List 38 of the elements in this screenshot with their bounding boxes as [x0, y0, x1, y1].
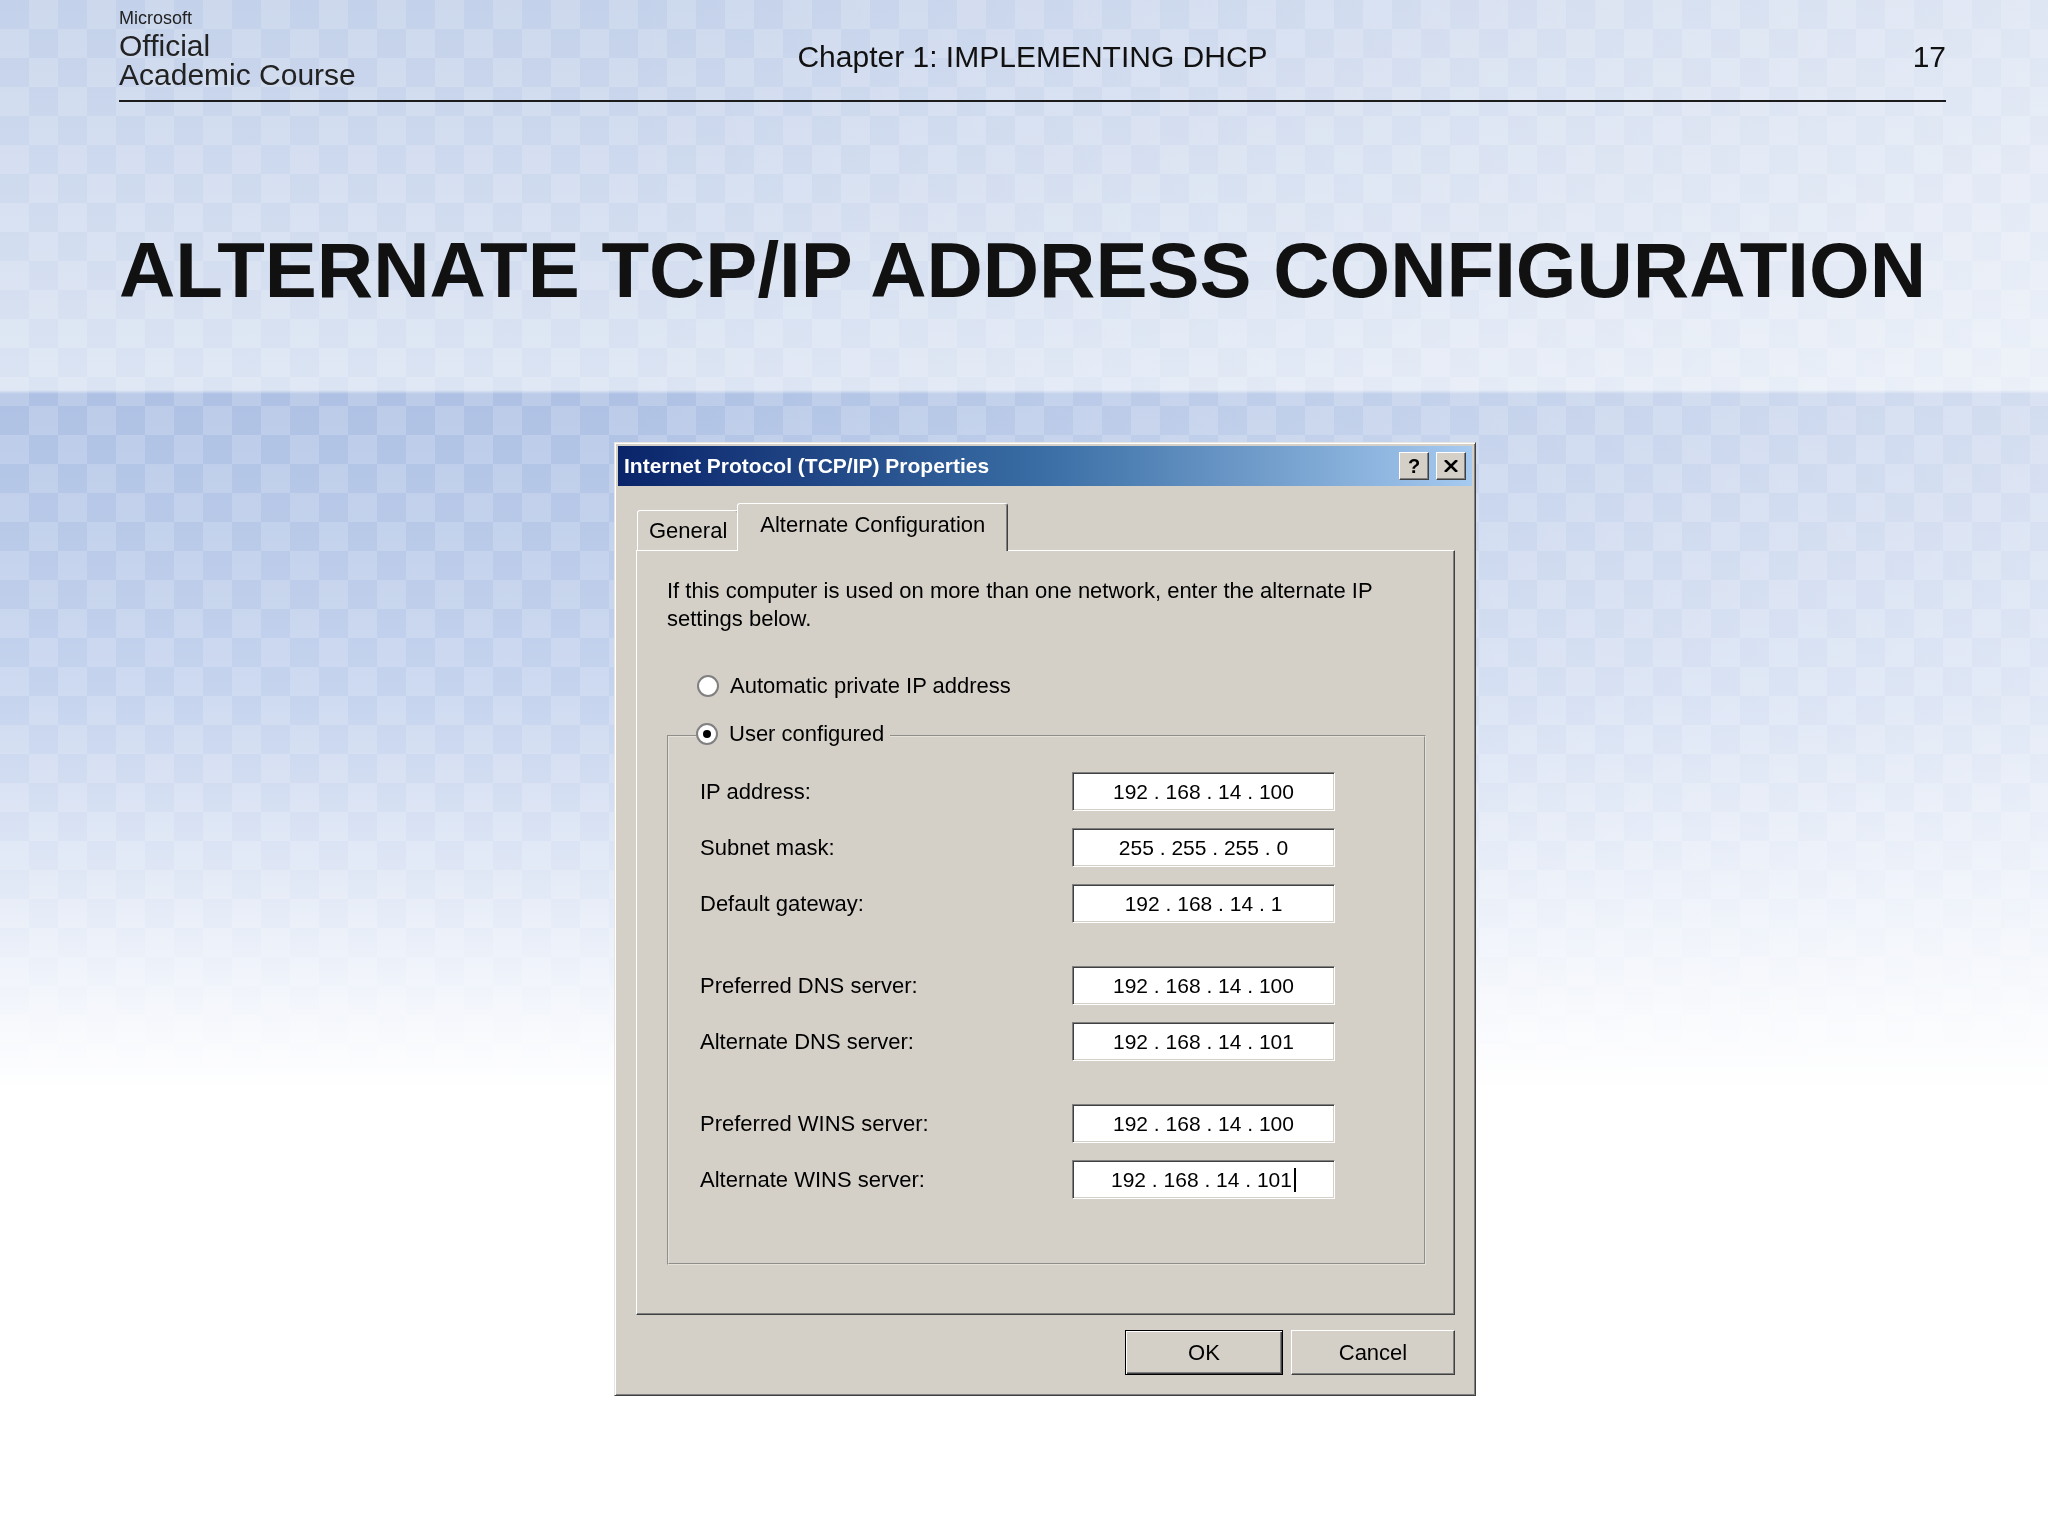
field-label: Default gateway: — [700, 889, 865, 918]
field-value: 255 . 255 . 255 . 0 — [1118, 835, 1289, 860]
page-number: 17 — [1912, 40, 1946, 74]
input-field[interactable]: 192 . 168 . 14 . 1 — [1072, 884, 1335, 923]
field-value: 192 . 168 . 14 . 1 — [1124, 891, 1283, 916]
field-value: 192 . 168 . 14 . 101 — [1111, 1167, 1292, 1192]
logo-brand: Microsoft — [119, 8, 192, 28]
close-icon — [1444, 460, 1458, 472]
dialog-button[interactable]: OK — [1125, 1330, 1283, 1375]
input-field[interactable]: 192 . 168 . 14 . 101 — [1072, 1160, 1335, 1199]
input-field[interactable]: 192 . 168 . 14 . 101 — [1072, 1022, 1335, 1061]
field-label: Preferred DNS server: — [700, 971, 919, 1000]
field-value: 192 . 168 . 14 . 100 — [1113, 973, 1294, 998]
window-title: Internet Protocol (TCP/IP) Properties — [624, 454, 991, 478]
field-value: 192 . 168 . 14 . 100 — [1113, 1111, 1294, 1136]
input-field[interactable]: 192 . 168 . 14 . 100 — [1072, 966, 1335, 1005]
slide-title: ALTERNATE TCP/IP ADDRESS CONFIGURATION — [119, 231, 1927, 309]
logo-text: Academic Course — [119, 60, 356, 89]
radio-option[interactable]: Automatic private IP address — [697, 672, 1011, 700]
field-label: IP address: — [700, 777, 812, 806]
field-value: 192 . 168 . 14 . 101 — [1113, 1029, 1294, 1054]
field-label: Alternate DNS server: — [700, 1027, 915, 1056]
chapter-title: Chapter 1: IMPLEMENTING DHCP — [797, 40, 1268, 74]
field-label: Subnet mask: — [700, 833, 836, 862]
field-value: 192 . 168 . 14 . 100 — [1113, 779, 1294, 804]
logo-text: Official — [119, 31, 211, 60]
tab[interactable]: General — [637, 510, 740, 550]
instruction-text: If this computer is used on more than one network, enter the alternate IP settings below. — [667, 577, 1374, 633]
radio-option[interactable]: User configured — [696, 720, 885, 748]
close-button[interactable] — [1436, 452, 1466, 480]
dialog-button[interactable]: Cancel — [1291, 1330, 1455, 1375]
input-field[interactable]: 192 . 168 . 14 . 100 — [1072, 772, 1335, 811]
field-label: Preferred WINS server: — [700, 1109, 930, 1138]
field-label: Alternate WINS server: — [700, 1165, 926, 1194]
tab[interactable]: Alternate Configuration — [737, 503, 1009, 551]
help-button[interactable]: ? — [1399, 452, 1429, 480]
input-field[interactable]: 192 . 168 . 14 . 100 — [1072, 1104, 1335, 1143]
input-field[interactable]: 255 . 255 . 255 . 0 — [1072, 828, 1335, 867]
